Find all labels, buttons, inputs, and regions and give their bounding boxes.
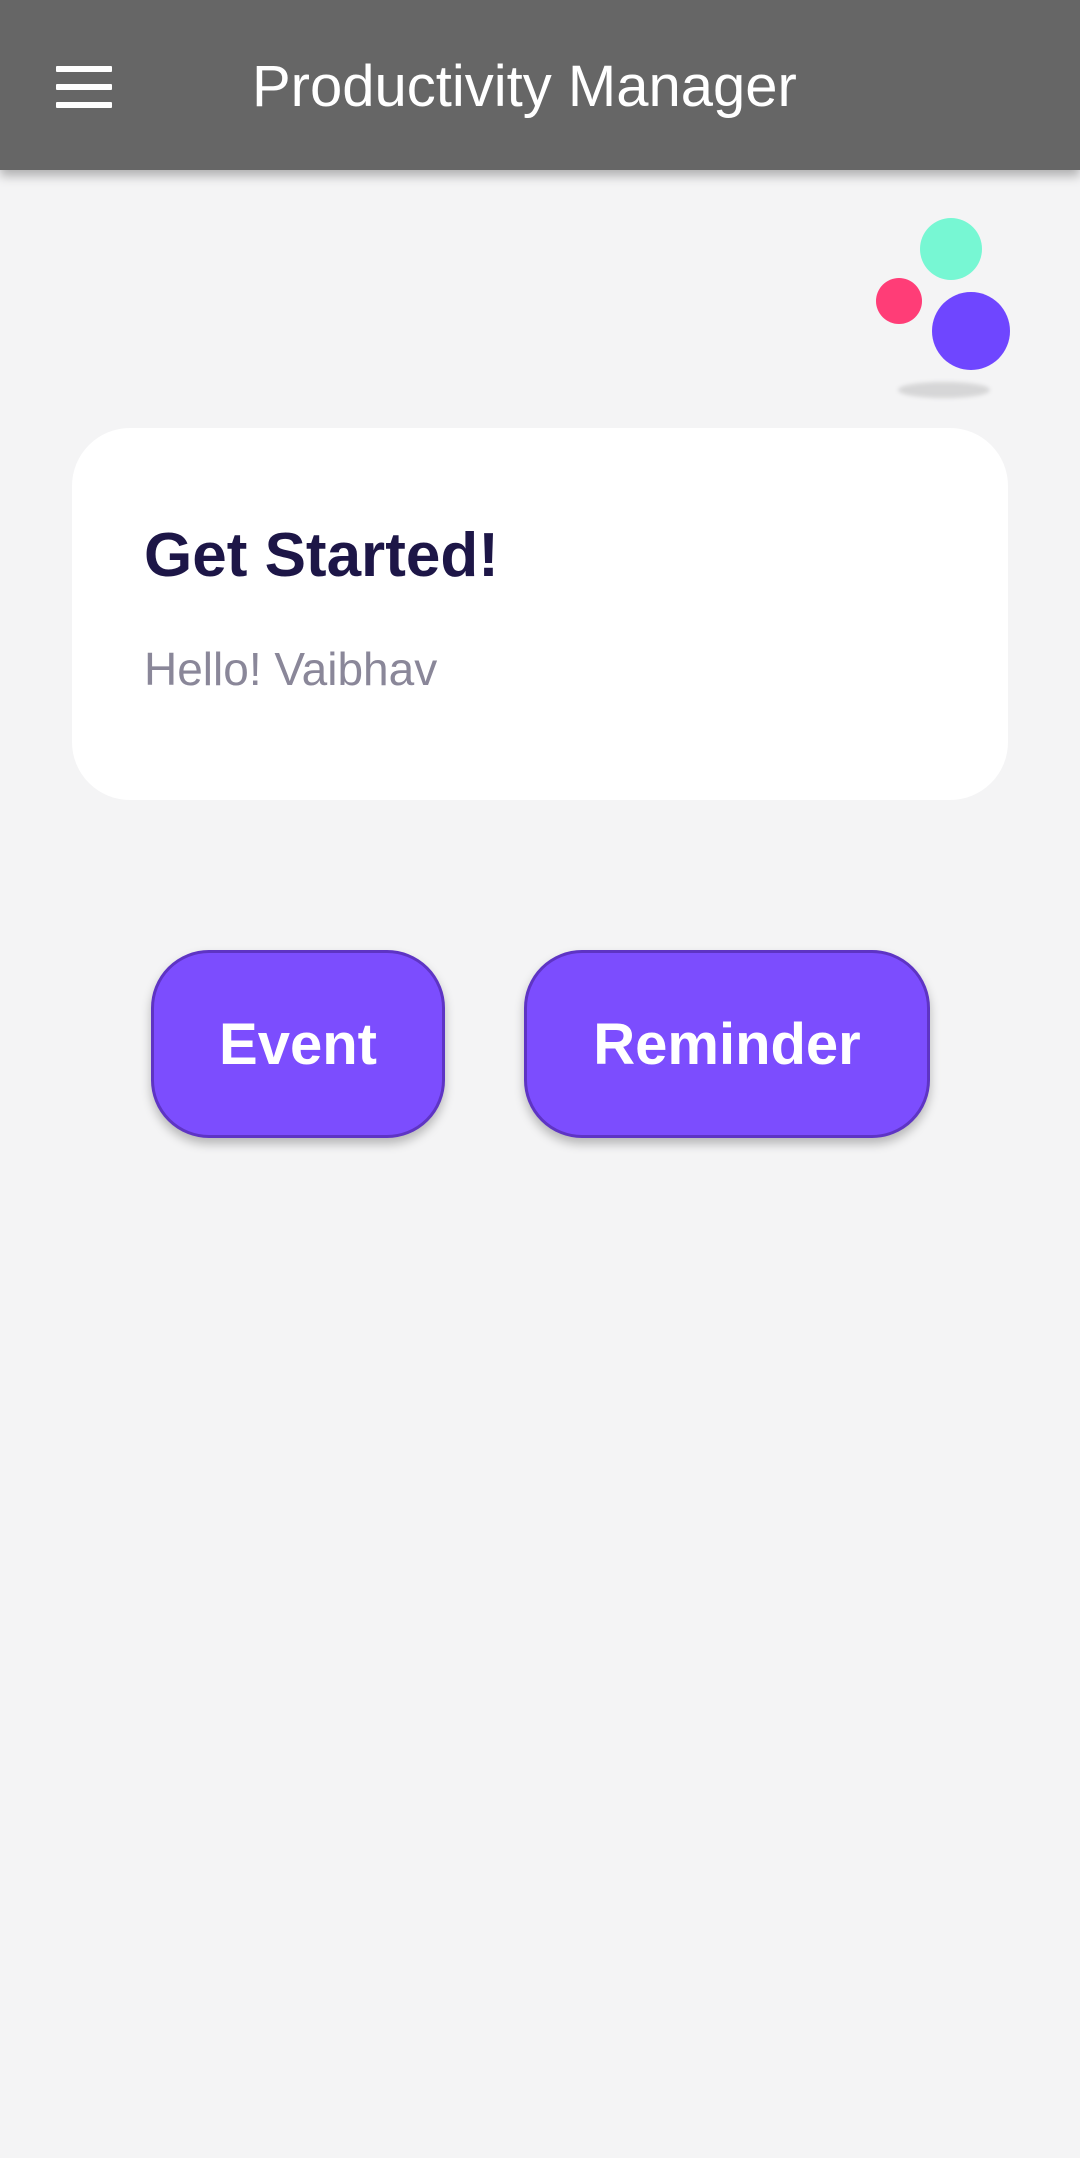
welcome-card: Get Started! Hello! Vaibhav [72, 428, 1008, 800]
pink-dot [876, 278, 922, 324]
colored-dots-logo [870, 212, 1020, 402]
dots-shadow [898, 382, 990, 398]
app-bar: Productivity Manager [0, 0, 1080, 170]
greeting-text: Hello! Vaibhav [144, 643, 438, 695]
event-button[interactable]: Event [151, 950, 445, 1138]
mint-dot [920, 218, 982, 280]
hamburger-menu-icon[interactable] [42, 52, 126, 122]
menu-bar-top [56, 66, 112, 72]
menu-bar-middle [56, 84, 112, 90]
purple-dot [932, 292, 1010, 370]
card-title: Get Started! [144, 521, 499, 590]
menu-bar-bottom [56, 102, 112, 108]
reminder-button[interactable]: Reminder [524, 950, 930, 1138]
app-title: Productivity Manager [252, 54, 797, 119]
